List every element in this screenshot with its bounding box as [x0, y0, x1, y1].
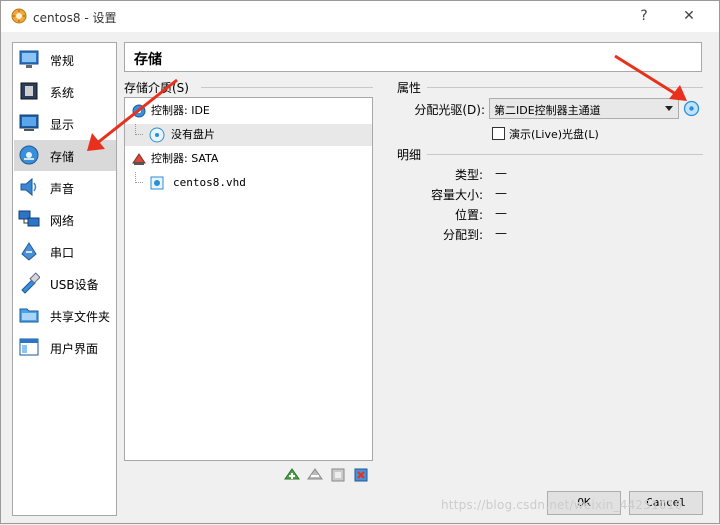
sidebar-item-label: 共享文件夹: [50, 310, 111, 324]
remove-attachment-icon[interactable]: [352, 466, 370, 484]
detail-attached-value: —: [495, 226, 507, 240]
remove-controller-icon[interactable]: [306, 466, 324, 484]
display-icon: [19, 114, 39, 131]
settings-window: centos8 - 设置 ? ✕ 常规 系统 显示 存储 声音 网络 串口 US…: [0, 0, 720, 524]
sata-controller-icon: [132, 153, 146, 165]
sidebar-item-label: 存储: [50, 150, 75, 164]
shared-folder-icon: [19, 308, 39, 323]
sidebar-item-label: 串口: [50, 246, 75, 260]
window-title: centos8 - 设置: [33, 11, 117, 25]
sidebar-item-user-interface[interactable]: 用户界面: [14, 332, 116, 363]
attributes-divider: [427, 87, 703, 88]
usb-icon: [21, 272, 40, 294]
tree-item-centos8-vhd[interactable]: centos8.vhd: [125, 172, 372, 194]
ide-controller-icon: [132, 104, 146, 118]
sidebar-item-usb[interactable]: USB设备: [14, 268, 116, 299]
sidebar-item-label: 用户界面: [50, 342, 99, 356]
sidebar-item-label: 常规: [50, 54, 75, 68]
tree-item-ide-controller[interactable]: 控制器: IDE: [129, 100, 369, 122]
detail-size-label: 容量大小:: [430, 188, 483, 202]
virtualbox-app-icon: [11, 8, 27, 24]
choose-disk-icon[interactable]: [683, 100, 700, 117]
sidebar-item-network[interactable]: 网络: [14, 204, 116, 235]
add-controller-icon[interactable]: [283, 466, 301, 484]
live-cd-label: 演示(Live)光盘(L): [509, 128, 599, 141]
page-header: 存储: [124, 42, 702, 72]
detail-location-label: 位置:: [454, 208, 483, 222]
live-cd-checkbox[interactable]: [492, 127, 505, 140]
sidebar-item-label: USB设备: [50, 278, 99, 292]
drive-label: 分配光驱(D):: [414, 103, 485, 117]
close-button[interactable]: ✕: [674, 5, 704, 27]
sidebar-item-system[interactable]: 系统: [14, 76, 116, 107]
sidebar-item-storage[interactable]: 存储: [14, 140, 116, 171]
tree-item-label: 控制器: SATA: [151, 152, 219, 165]
tree-item-label: 没有盘片: [171, 128, 215, 141]
sidebar-item-label: 显示: [50, 118, 75, 132]
sidebar-item-serial-port[interactable]: 串口: [14, 236, 116, 267]
network-icon: [18, 210, 40, 227]
storage-icon: [19, 145, 39, 165]
chevron-down-icon: [665, 106, 673, 111]
tree-connector: [135, 172, 143, 183]
tree-item-sata-controller[interactable]: 控制器: SATA: [129, 148, 369, 170]
sidebar-item-label: 网络: [50, 214, 75, 228]
title-bar: centos8 - 设置 ? ✕: [1, 1, 719, 32]
page-title: 存储: [134, 52, 162, 68]
storage-media-label: 存储介质(S): [124, 81, 189, 95]
details-divider: [427, 154, 703, 155]
attributes-title: 属性: [397, 81, 422, 95]
detail-size-value: —: [495, 186, 507, 200]
optical-disc-icon: [149, 127, 165, 143]
detail-attached-label: 分配到:: [442, 228, 483, 242]
sidebar-item-general[interactable]: 常规: [14, 44, 116, 75]
detail-type-value: —: [495, 166, 507, 180]
settings-sidebar: 常规 系统 显示 存储 声音 网络 串口 USB设备 共享文件夹 用户界面: [12, 42, 117, 516]
hard-disk-icon: [150, 176, 164, 190]
storage-media-divider: [201, 87, 373, 88]
tree-item-label: centos8.vhd: [173, 176, 246, 189]
tree-item-label: 控制器: IDE: [151, 104, 210, 117]
serial-port-icon: [21, 242, 37, 261]
detail-location-value: —: [495, 206, 507, 220]
general-icon: [19, 50, 39, 68]
system-icon: [20, 82, 38, 100]
user-interface-icon: [19, 338, 39, 356]
drive-select-value: 第二IDE控制器主通道: [494, 104, 601, 117]
sidebar-item-audio[interactable]: 声音: [14, 172, 116, 203]
watermark-text: https://blog.csdn.net/weixin_44251016: [441, 498, 683, 512]
sidebar-item-label: 系统: [50, 86, 75, 100]
audio-icon: [20, 177, 37, 197]
detail-type-label: 类型:: [454, 168, 483, 182]
drive-select[interactable]: 第二IDE控制器主通道: [489, 98, 679, 119]
details-title: 明细: [397, 148, 422, 162]
storage-tree[interactable]: 控制器: IDE 没有盘片 控制器: SATA centos8.vhd: [124, 97, 373, 461]
help-button[interactable]: ?: [629, 5, 659, 27]
sidebar-item-shared-folders[interactable]: 共享文件夹: [14, 300, 116, 331]
sidebar-item-label: 声音: [50, 182, 75, 196]
sidebar-item-display[interactable]: 显示: [14, 108, 116, 139]
tree-connector: [135, 124, 143, 135]
add-attachment-icon[interactable]: [329, 466, 347, 484]
tree-item-empty-disk[interactable]: 没有盘片: [125, 124, 372, 146]
